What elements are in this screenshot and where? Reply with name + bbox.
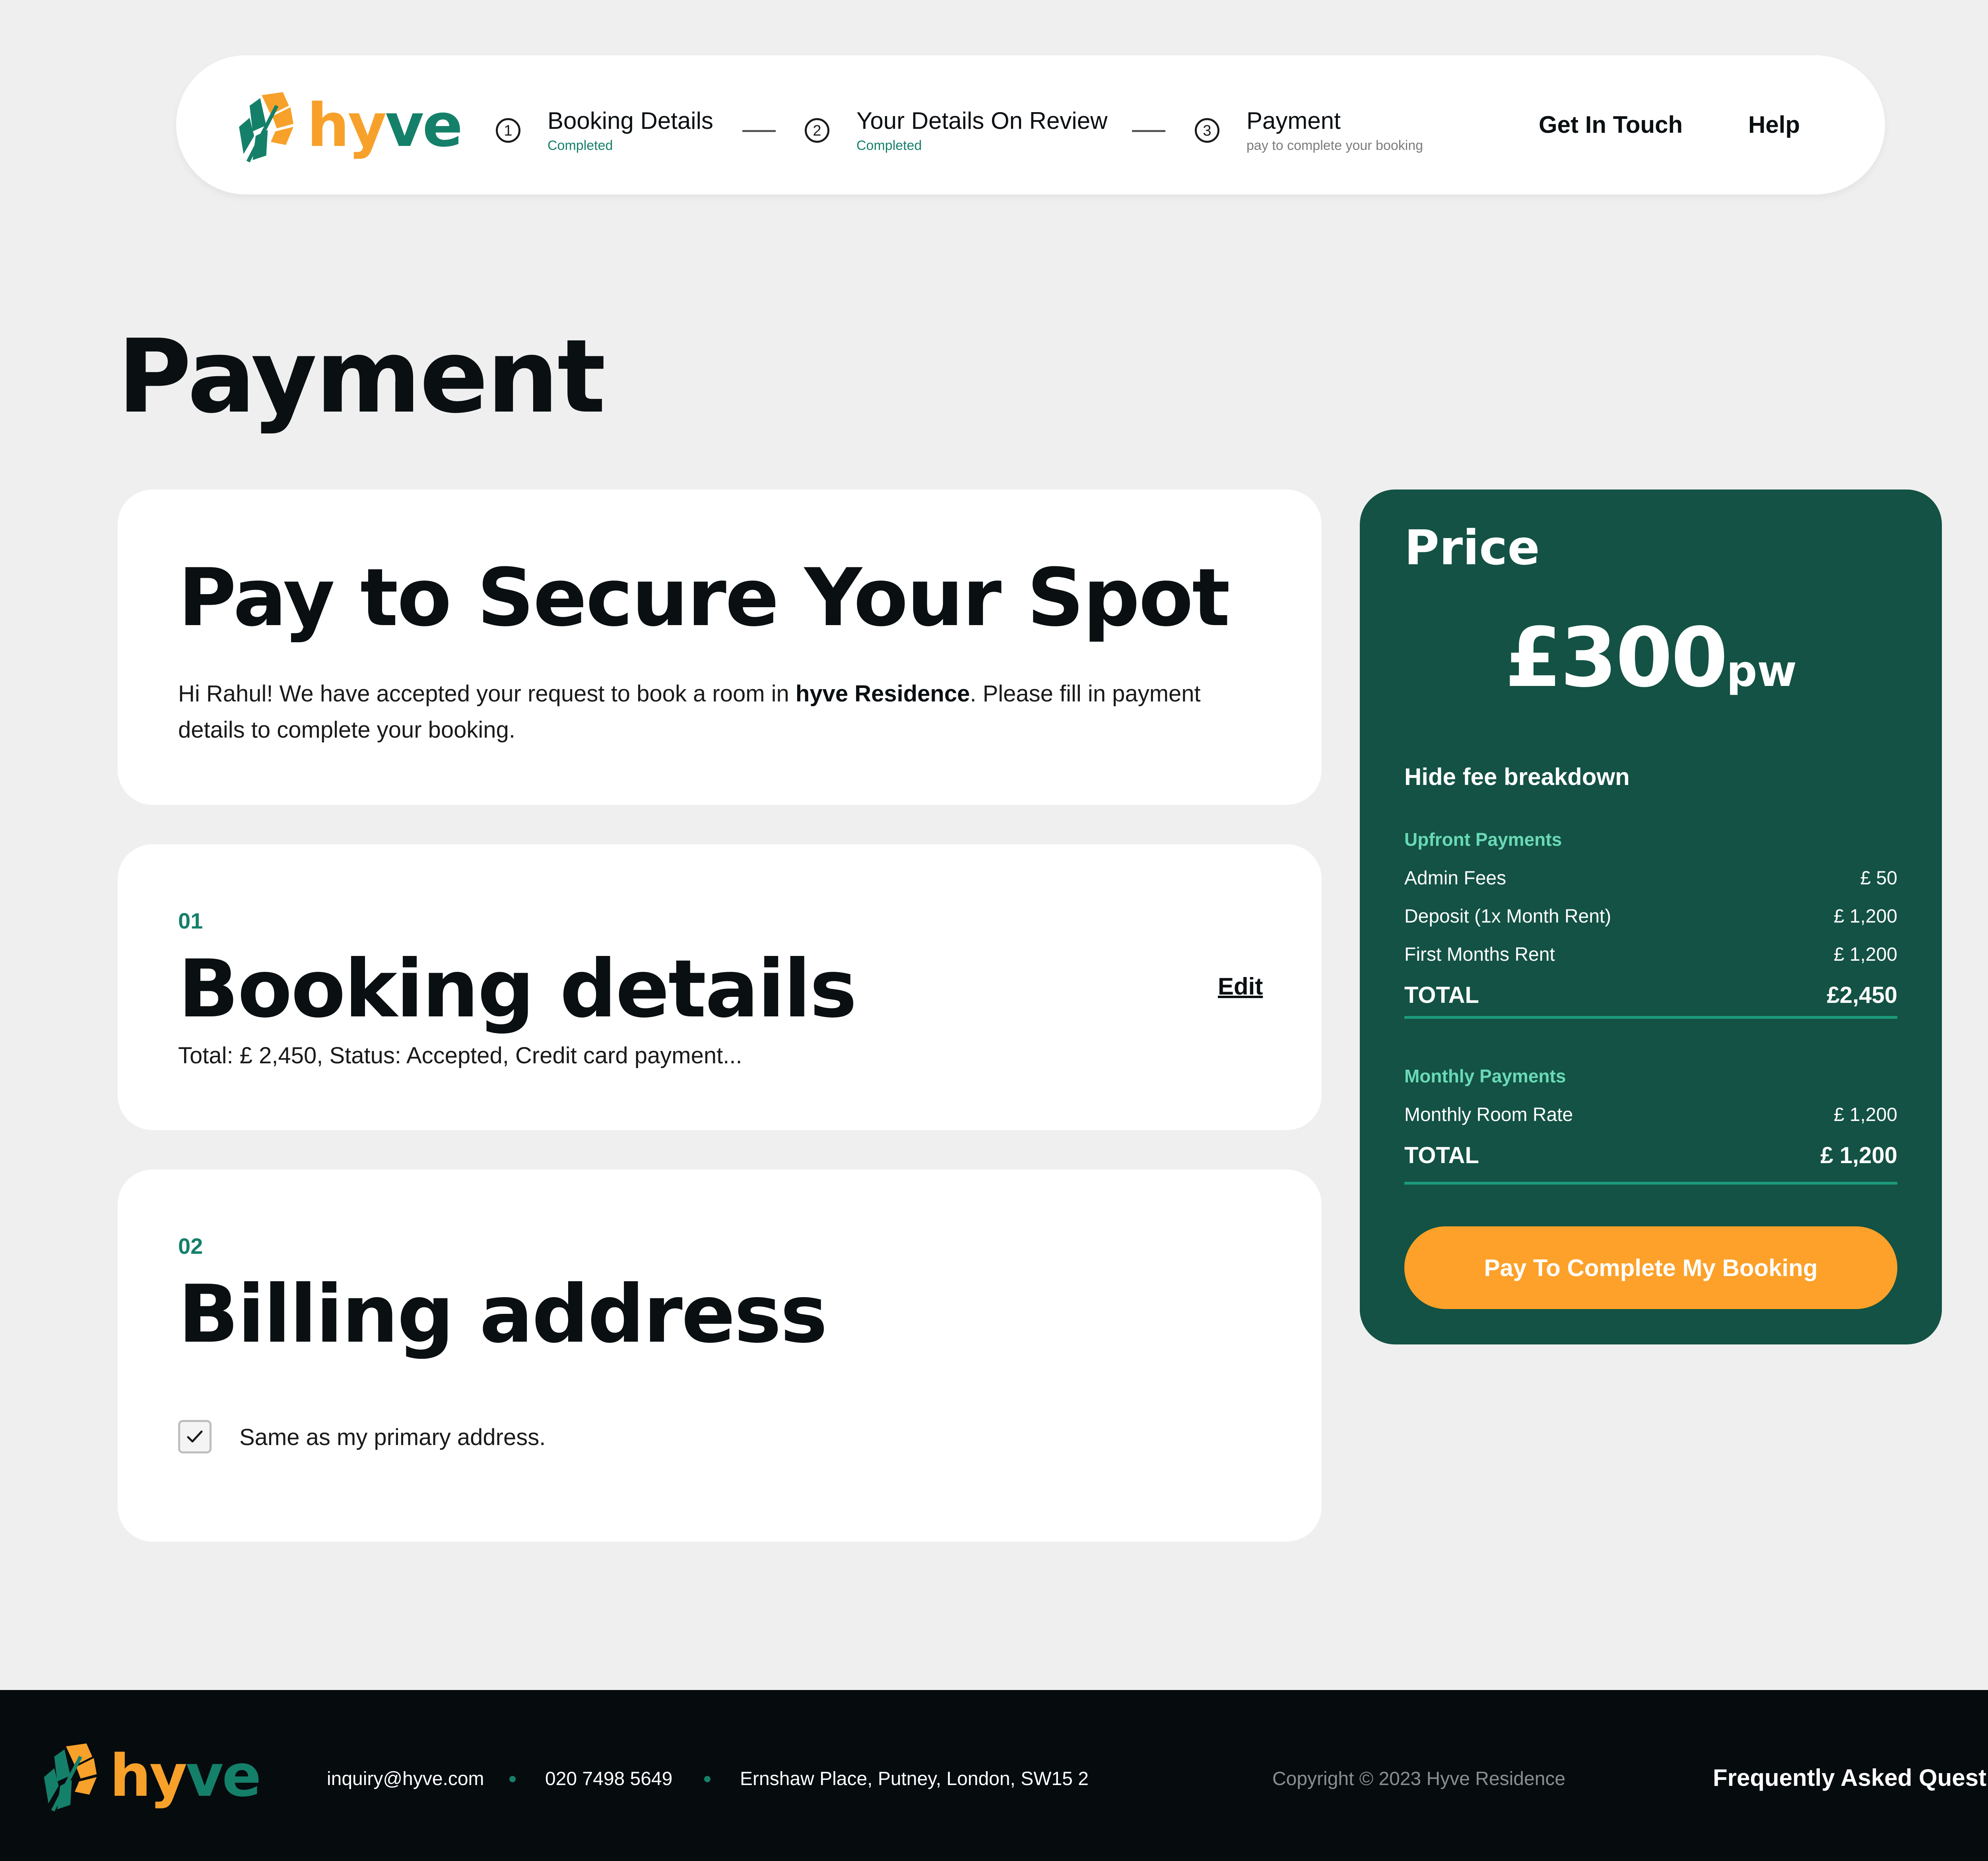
upfront-total: TOTAL £2,450 (1404, 982, 1897, 1008)
brand-wordmark: hyve (110, 1742, 261, 1810)
monthly-total: TOTAL £ 1,200 (1404, 1142, 1897, 1168)
booking-summary: Total: £ 2,450, Status: Accepted, Credit… (178, 1043, 742, 1068)
step-status: Completed (856, 138, 922, 153)
weekly-price: £300pw (1360, 617, 1942, 699)
hide-fee-breakdown-toggle[interactable]: Hide fee breakdown (1404, 763, 1630, 791)
upfront-payments: Upfront Payments Admin Fees £ 50 Deposit … (1404, 828, 1897, 1019)
check-icon (187, 1430, 203, 1443)
fee-row: First Months Rent £ 1,200 (1404, 944, 1897, 965)
brand-wordmark: hyve (307, 91, 463, 160)
pay-complete-booking-button[interactable]: Pay To Complete My Booking (1404, 1226, 1897, 1309)
monthly-payments: Monthly Payments Monthly Room Rate £ 1,20… (1404, 1064, 1897, 1185)
footer-logo[interactable]: hyve (38, 1741, 261, 1814)
page-title: Payment (117, 318, 606, 436)
intro-card: Pay to Secure Your Spot Hi Rahul! We hav… (118, 490, 1322, 805)
billing-address-heading: Billing address (178, 1268, 827, 1361)
leaf-icon (44, 1743, 97, 1812)
upfront-heading: Upfront Payments (1404, 829, 1562, 850)
step-title: Your Details On Review (856, 107, 1108, 134)
same-address-checkbox[interactable] (178, 1420, 212, 1453)
footer-address: Ernshaw Place, Putney, London, SW15 2 (740, 1768, 1089, 1789)
step-divider (742, 130, 776, 132)
step-status: pay to complete your booking (1246, 138, 1423, 153)
edit-link[interactable]: Edit (1218, 973, 1263, 1000)
get-in-touch-link[interactable]: Get In Touch (1539, 111, 1683, 138)
step-divider (1132, 130, 1165, 132)
price-unit: pw (1726, 647, 1797, 696)
help-link[interactable]: Help (1748, 111, 1800, 138)
billing-address-card: 02 Billing address Same as my primary ad… (118, 1169, 1322, 1542)
footer-separator (704, 1776, 711, 1782)
header-logo[interactable]: hyve (233, 89, 463, 165)
fee-row: Monthly Room Rate £ 1,200 (1404, 1104, 1897, 1125)
monthly-heading: Monthly Payments (1404, 1066, 1566, 1086)
top-nav: hyve 1 Booking Details Completed 2 Your … (176, 55, 1885, 194)
price-panel: Price £300pw Hide fee breakdown Upfront … (1360, 490, 1942, 1344)
step-status: Completed (547, 138, 613, 153)
same-address-label[interactable]: Same as my primary address. (239, 1424, 546, 1451)
booking-details-heading: Booking details (178, 943, 857, 1035)
divider (1404, 1016, 1897, 1019)
footer-email[interactable]: inquiry@hyve.com (327, 1768, 484, 1790)
step-number: 3 (1195, 118, 1219, 143)
price-amount: £300 (1505, 610, 1728, 705)
price-title: Price (1404, 521, 1540, 576)
leaf-icon (239, 92, 293, 163)
divider (1404, 1182, 1897, 1185)
footer: hyve inquiry@hyve.com 020 7498 5649 Erns… (0, 1690, 1988, 1861)
intro-text: Hi Rahul! We have accepted your request … (178, 681, 1201, 743)
fee-row: Admin Fees £ 50 (1404, 868, 1897, 889)
faq-link[interactable]: Frequently Asked Questions (1713, 1764, 1988, 1791)
step-title: Payment (1246, 107, 1341, 134)
section-number: 01 (178, 908, 203, 933)
section-number: 02 (178, 1234, 203, 1259)
footer-separator (509, 1776, 516, 1782)
booking-details-card: 01 Booking details Edit Total: £ 2,450, … (118, 844, 1322, 1130)
step-title: Booking Details (547, 107, 713, 134)
intro-heading: Pay to Secure Your Spot (178, 552, 1230, 644)
footer-phone[interactable]: 020 7498 5649 (545, 1768, 672, 1790)
fee-row: Deposit (1x Month Rent) £ 1,200 (1404, 906, 1897, 927)
footer-copyright: Copyright © 2023 Hyve Residence (1272, 1768, 1566, 1789)
residence-name: hyve Residence (795, 681, 970, 707)
step-number: 1 (496, 118, 520, 143)
step-number: 2 (805, 118, 829, 143)
